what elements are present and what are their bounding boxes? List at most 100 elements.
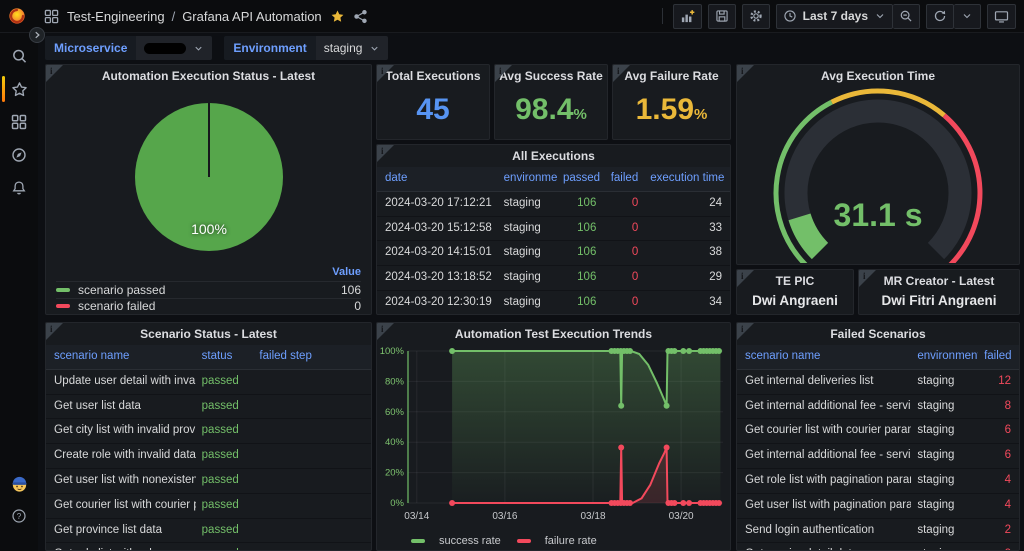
add-panel-button[interactable] xyxy=(673,4,702,29)
legend-item[interactable]: failure rate xyxy=(517,535,597,547)
stat-value: 98.4% xyxy=(495,92,607,133)
panel-title[interactable]: All Executions xyxy=(377,145,730,167)
table-row: Get role list with pagination param...st… xyxy=(737,469,1019,494)
chevron-down-icon xyxy=(369,43,380,54)
table-cell: staging xyxy=(911,419,978,443)
table-cell: 106 xyxy=(557,241,602,265)
te-pic-value: Dwi Angraeni xyxy=(737,293,853,308)
column-header[interactable]: scenario name xyxy=(739,345,911,369)
legend-value-header[interactable]: Value xyxy=(56,266,361,281)
sidebar-item-search[interactable] xyxy=(0,46,38,66)
column-header[interactable]: status xyxy=(196,345,254,369)
table-cell: Get courier list with courier p... xyxy=(48,494,196,518)
dashboard-variables: Microservice Environment staging xyxy=(45,36,388,60)
panel-title[interactable]: Automation Execution Status - Latest xyxy=(46,65,371,87)
table-cell: 34 xyxy=(644,291,728,315)
svg-text:0%: 0% xyxy=(390,498,404,509)
expand-menu-button[interactable] xyxy=(29,27,45,43)
svg-text:40%: 40% xyxy=(385,437,405,448)
environment-select[interactable]: staging xyxy=(316,36,389,60)
table-row: Get user list with pagination param...st… xyxy=(737,494,1019,519)
panel-title[interactable]: TE PIC xyxy=(737,270,853,292)
legend-label: scenario passed xyxy=(78,283,165,297)
trends-line-chart[interactable]: 0%20%40%60%80%100%03/1403/1603/1803/20 xyxy=(378,345,731,527)
share-icon[interactable] xyxy=(353,9,368,24)
sidebar-item-alerting[interactable] xyxy=(0,178,38,198)
panel-title[interactable]: MR Creator - Latest xyxy=(859,270,1019,292)
time-range-picker[interactable]: Last 7 days xyxy=(776,4,893,29)
column-header[interactable]: execution time (s) xyxy=(644,167,728,191)
microservice-select[interactable] xyxy=(136,36,212,60)
gauge-chart[interactable] xyxy=(737,87,1019,263)
favorite-star-icon[interactable] xyxy=(330,9,345,24)
column-header[interactable]: passed xyxy=(557,167,602,191)
table-cell: 106 xyxy=(557,217,602,241)
active-section-indicator xyxy=(2,76,5,102)
tv-mode-button[interactable] xyxy=(987,4,1016,29)
table-cell: 2024-03-20 15:12:58 xyxy=(379,217,498,241)
table-cell: 4 xyxy=(978,494,1017,518)
toolbar: Last 7 days xyxy=(662,4,1016,29)
table-row: Get role list with role paramet...passed xyxy=(46,543,371,551)
panel-title[interactable]: Total Executions xyxy=(377,65,489,87)
column-header[interactable]: failed xyxy=(602,167,644,191)
table-cell: 6 xyxy=(978,444,1017,468)
series-color-dash xyxy=(411,539,425,543)
sidebar-item-profile[interactable] xyxy=(0,473,38,493)
table-cell xyxy=(253,395,369,419)
table-cell: staging xyxy=(498,266,557,290)
column-header[interactable]: failed xyxy=(978,345,1017,369)
panel-te-pic: i TE PIC Dwi Angraeni xyxy=(736,269,854,315)
panel-title[interactable]: Avg Execution Time xyxy=(737,65,1019,87)
panel-title[interactable]: Avg Success Rate xyxy=(495,65,607,87)
table-cell: 8 xyxy=(978,395,1017,419)
compass-icon xyxy=(11,147,27,163)
panel-title[interactable]: Automation Test Execution Trends xyxy=(377,323,730,345)
table-row: Get courier list with courier p...passed xyxy=(46,494,371,519)
refresh-button[interactable] xyxy=(926,4,954,29)
column-header[interactable]: environment xyxy=(498,167,557,191)
refresh-interval-button[interactable] xyxy=(954,4,981,29)
zoom-out-time-button[interactable] xyxy=(893,4,920,29)
table-cell xyxy=(253,469,369,493)
sidebar-item-dashboards[interactable] xyxy=(0,112,38,132)
table-cell: 0 xyxy=(602,266,644,290)
legend-item[interactable]: scenario passed 106 xyxy=(56,281,361,298)
column-header[interactable]: failed step xyxy=(253,345,369,369)
table-row: Get internal additional fee - service ..… xyxy=(737,395,1019,420)
table-cell: 106 xyxy=(557,192,602,216)
series-color-dash xyxy=(56,304,70,308)
sidebar-item-starred[interactable] xyxy=(0,79,38,99)
chevron-down-icon xyxy=(874,10,886,22)
variable-environment: Environment staging xyxy=(224,36,388,60)
panel-scenario-status: i Scenario Status - Latest scenario name… xyxy=(45,322,372,551)
table-row: Get internal deliveries liststaging12 xyxy=(737,370,1019,395)
table-cell: passed xyxy=(196,519,254,543)
mr-creator-value: Dwi Fitri Angraeni xyxy=(859,293,1019,308)
grafana-logo-icon[interactable] xyxy=(8,7,26,25)
user-avatar xyxy=(10,474,29,493)
table-cell: staging xyxy=(911,469,978,493)
legend-item[interactable]: scenario failed 0 xyxy=(56,298,361,315)
table-cell: staging xyxy=(911,494,978,518)
legend-item[interactable]: success rate xyxy=(411,535,501,547)
breadcrumb-team[interactable]: Test-Engineering xyxy=(67,9,165,24)
table-cell: passed xyxy=(196,395,254,419)
table-row: Get courier detail datastaging2 xyxy=(737,543,1019,551)
column-header[interactable]: environment xyxy=(911,345,978,369)
table-cell: Get courier list with courier parame... xyxy=(739,419,911,443)
table-cell xyxy=(253,519,369,543)
column-header[interactable]: date xyxy=(379,167,498,191)
sidebar-item-explore[interactable] xyxy=(0,145,38,165)
panel-title[interactable]: Avg Failure Rate xyxy=(613,65,730,87)
panel-title[interactable]: Scenario Status - Latest xyxy=(46,323,371,345)
column-header[interactable]: scenario name xyxy=(48,345,196,369)
save-dashboard-button[interactable] xyxy=(708,4,736,29)
table-cell: 33 xyxy=(644,217,728,241)
legend-label: scenario failed xyxy=(78,299,155,313)
panel-title[interactable]: Failed Scenarios xyxy=(737,323,1019,345)
sidebar-item-help[interactable]: ? xyxy=(0,506,38,526)
dashboard-settings-button[interactable] xyxy=(742,4,770,29)
breadcrumb-dashboard-title[interactable]: Grafana API Automation xyxy=(182,9,321,24)
panel-automation-execution-status: i Automation Execution Status - Latest 1… xyxy=(45,64,372,315)
